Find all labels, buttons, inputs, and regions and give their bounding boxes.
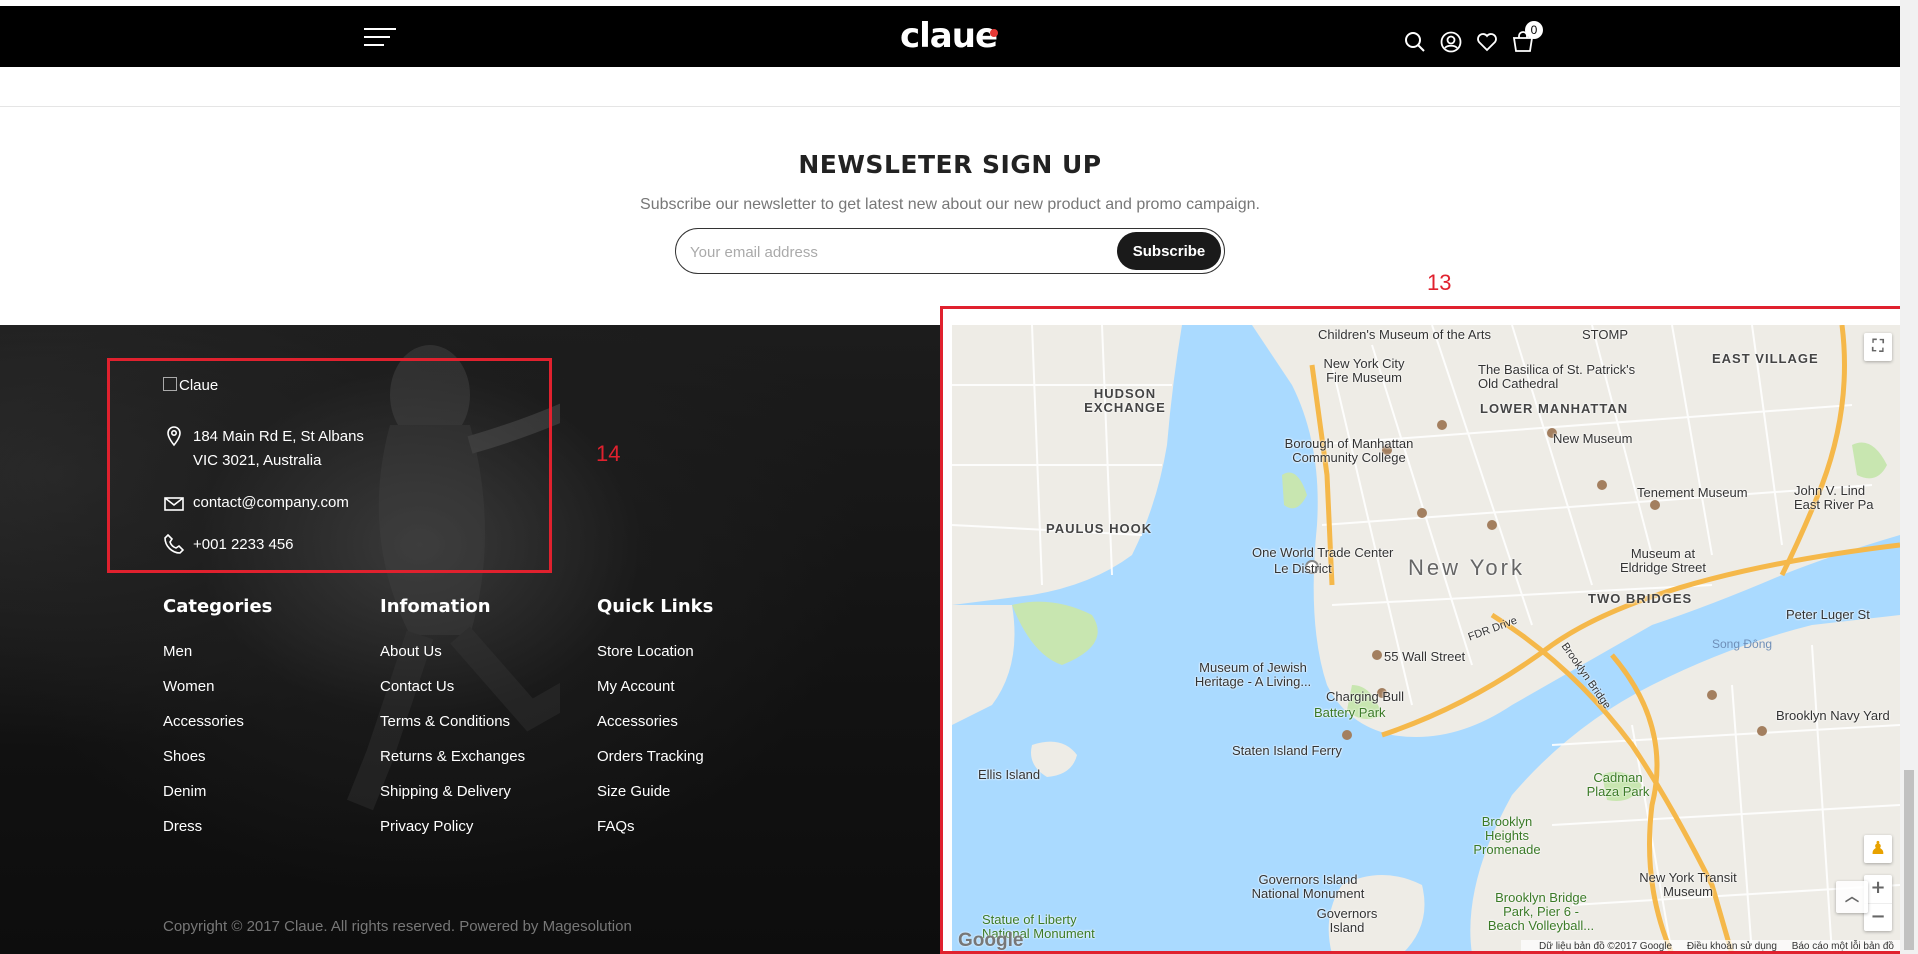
annotation-label-13: 13 xyxy=(1427,270,1452,295)
footer-column-categories: Categories Men Women Accessories Shoes D… xyxy=(163,596,272,853)
column-title: Infomation xyxy=(380,596,491,617)
footer-link-my-account[interactable]: My Account xyxy=(597,678,713,713)
logo-dot xyxy=(990,29,998,37)
subscribe-button[interactable]: Subscribe xyxy=(1117,232,1221,270)
annotation-label-14: 14 xyxy=(596,441,621,466)
scrollbar-thumb[interactable] xyxy=(1904,770,1914,950)
heart-icon[interactable] xyxy=(1475,30,1499,54)
cart-count-badge: 0 xyxy=(1525,21,1543,39)
footer-link-terms[interactable]: Terms & Conditions xyxy=(380,713,525,748)
search-icon[interactable] xyxy=(1403,30,1427,54)
footer-link-contact-us[interactable]: Contact Us xyxy=(380,678,525,713)
footer-link-size-guide[interactable]: Size Guide xyxy=(597,783,713,818)
footer-link-accessories[interactable]: Accessories xyxy=(163,713,272,748)
footer-link-dress[interactable]: Dress xyxy=(163,818,272,853)
annotation-box-13 xyxy=(940,306,1918,954)
footer-link-shoes[interactable]: Shoes xyxy=(163,748,272,783)
footer-link-store-location[interactable]: Store Location xyxy=(597,643,713,678)
footer-column-quick-links: Quick Links Store Location My Account Ac… xyxy=(597,596,713,853)
footer-link-orders-tracking[interactable]: Orders Tracking xyxy=(597,748,713,783)
footer-link-women[interactable]: Women xyxy=(163,678,272,713)
column-title: Quick Links xyxy=(597,596,714,617)
footer-link-about-us[interactable]: About Us xyxy=(380,643,525,678)
copyright-text: Copyright © 2017 Claue. All rights reser… xyxy=(163,918,632,935)
footer-column-information: Infomation About Us Contact Us Terms & C… xyxy=(380,596,525,853)
footer-link-accessories[interactable]: Accessories xyxy=(597,713,713,748)
footer-link-privacy[interactable]: Privacy Policy xyxy=(380,818,525,853)
footer-link-returns[interactable]: Returns & Exchanges xyxy=(380,748,525,783)
user-icon[interactable] xyxy=(1439,30,1463,54)
footer-link-denim[interactable]: Denim xyxy=(163,783,272,818)
page-scrollbar[interactable] xyxy=(1900,0,1918,954)
footer-link-men[interactable]: Men xyxy=(163,643,272,678)
column-title: Categories xyxy=(163,596,273,617)
footer-link-shipping[interactable]: Shipping & Delivery xyxy=(380,783,525,818)
footer-link-faqs[interactable]: FAQs xyxy=(597,818,713,853)
annotation-box-14 xyxy=(107,358,552,573)
